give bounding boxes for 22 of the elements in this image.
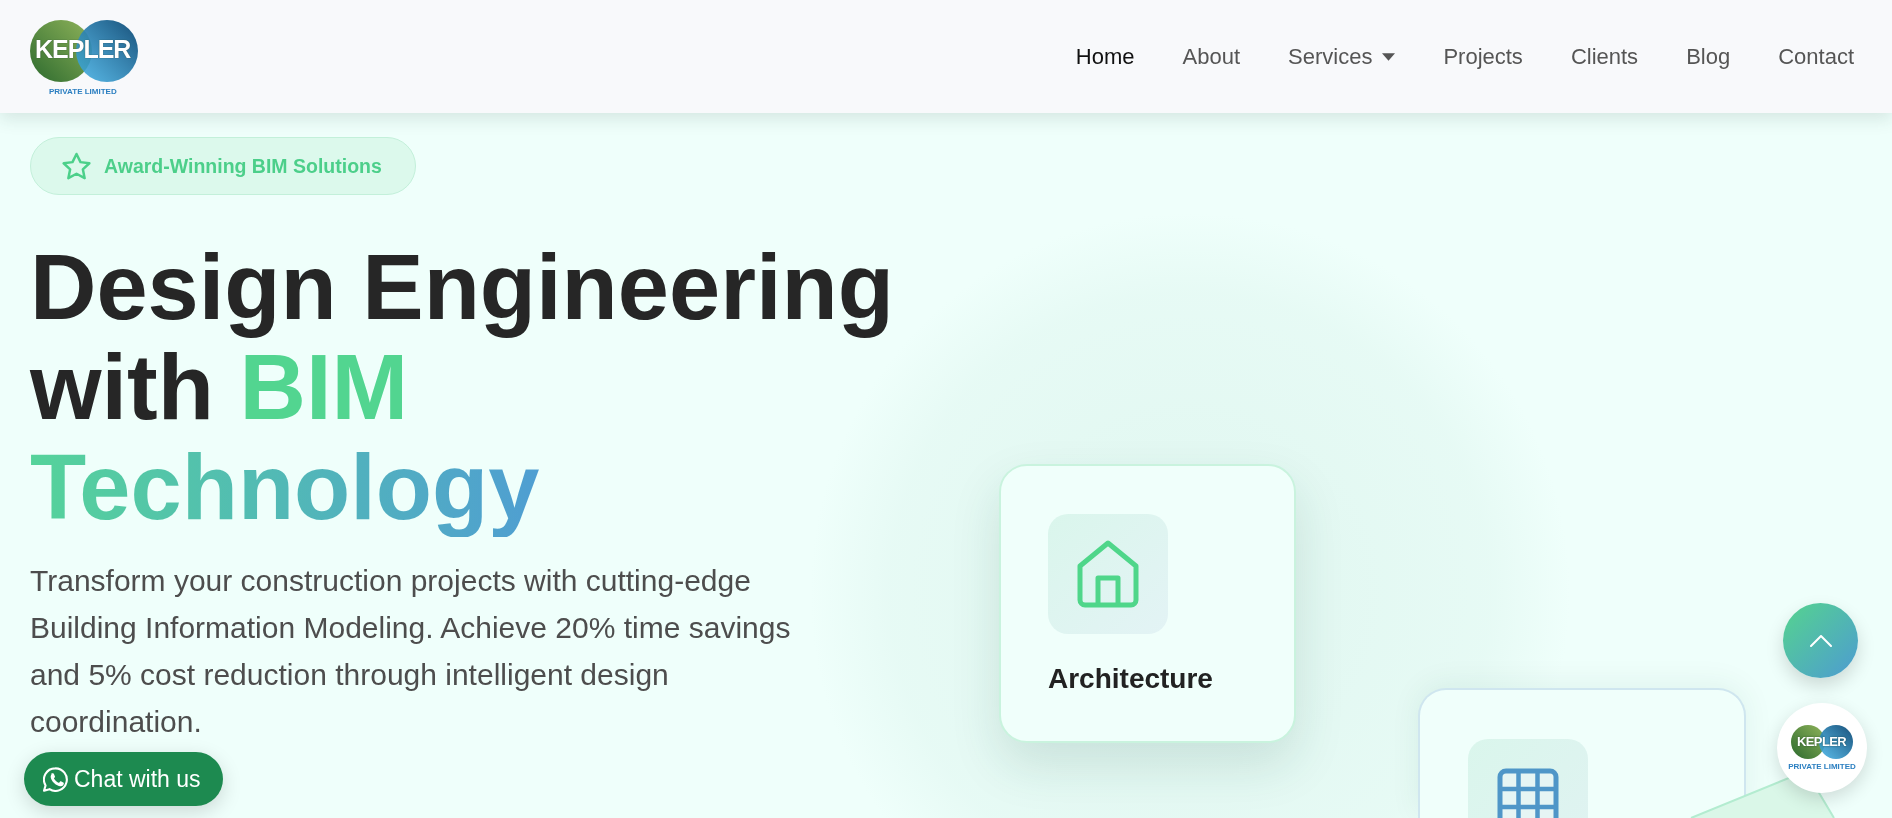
star-icon — [62, 152, 91, 180]
nav-link[interactable]: Home — [1075, 43, 1135, 70]
nav-link[interactable]: About — [1182, 43, 1241, 70]
badge-label: Award-Winning BIM Solutions — [104, 154, 382, 178]
nav-link[interactable]: Clients — [1570, 43, 1639, 70]
card-title: Architecture — [1048, 662, 1213, 696]
hero-heading: Design Engineering with BIM Technology — [30, 237, 894, 537]
logo-wordmark: KEPLER — [35, 36, 131, 62]
nav-link[interactable]: Projects — [1443, 43, 1523, 70]
chevron-up-icon — [1809, 634, 1832, 647]
house-icon — [1048, 514, 1168, 634]
logo-tagline: PRIVATE LIMITED — [1787, 762, 1857, 771]
company-logo[interactable]: KEPLER PRIVATE LIMITED — [30, 16, 138, 97]
nav-link[interactable]: Contact — [1778, 43, 1854, 70]
nav-link[interactable]: Services — [1288, 43, 1396, 70]
caret-icon — [1382, 52, 1396, 61]
phone-bubble-icon — [43, 766, 68, 792]
hero-description: Transform your construction projects with cutting-edge Building Information Modeling. Achieve 20% time savings and 5% cost reduction through intelligent design coordination. — [30, 563, 792, 740]
overlapping-circles-icon — [30, 18, 138, 83]
chat-button[interactable]: Chat with us — [24, 752, 223, 806]
nav-link[interactable]: Blog — [1686, 43, 1731, 70]
logo-tagline: PRIVATE LIMITED — [49, 86, 117, 96]
